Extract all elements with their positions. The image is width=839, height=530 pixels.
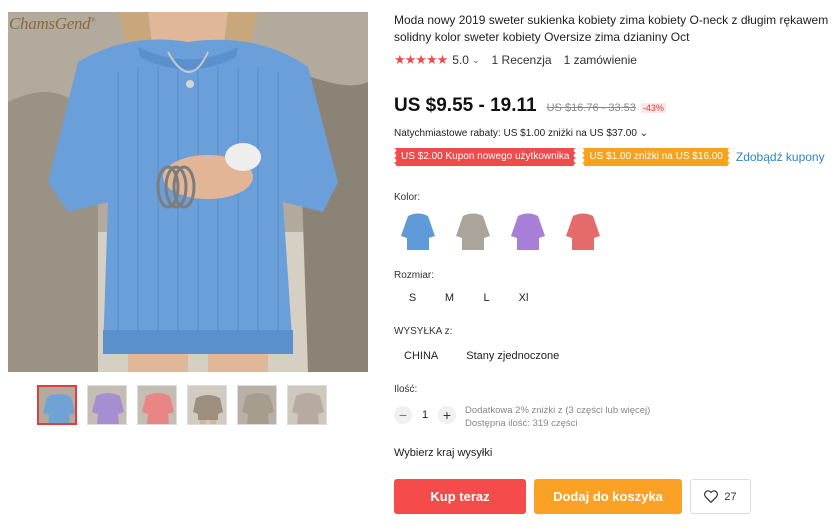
quantity-decrease-button[interactable]: − <box>394 406 412 424</box>
thumbnail-2[interactable] <box>87 385 127 425</box>
stock-available: Dostępna ilość: 319 części <box>465 418 578 429</box>
color-swatch-blue[interactable] <box>400 210 436 252</box>
store-coupon[interactable]: US $1.00 zniżki na US $16.00 <box>582 148 730 166</box>
ship-country-selector[interactable]: Wybierz kraj wysyłki <box>394 447 492 459</box>
discount-badge: -43% <box>640 103 666 113</box>
price-row: US $9.55 - 19.11 US $16.76 - 33.53 -43% <box>394 95 666 117</box>
size-option-m[interactable]: M <box>431 292 468 304</box>
product-title: Moda nowy 2019 sweter sukienka kobiety z… <box>394 13 829 44</box>
ship-from-usa[interactable]: Stany zjednoczone <box>466 350 559 362</box>
coupon-row: US $2.00 Kupon nowego użytkownika US $1.… <box>394 148 825 166</box>
get-coupons-link[interactable]: Zdobądź kupony <box>736 150 825 164</box>
star-rating-icon: ★★★★★ <box>394 52 448 67</box>
new-user-coupon[interactable]: US $2.00 Kupon nowego użytkownika <box>394 148 577 166</box>
brand-name: ChamsGend <box>9 14 91 33</box>
color-label: Kolor: <box>394 192 421 203</box>
thumbnail-5[interactable] <box>237 385 277 425</box>
color-swatch-red[interactable] <box>565 210 601 252</box>
shipping-from-options: CHINA Stany zjednoczone <box>404 350 559 362</box>
add-to-cart-button[interactable]: Dodaj do koszyka <box>534 479 682 514</box>
shipping-label: WYSYŁKA z: <box>394 326 453 337</box>
ship-from-china[interactable]: CHINA <box>404 350 438 362</box>
bulk-discount-note: Dodatkowa 2% zniżki z (3 części lub więc… <box>465 405 651 416</box>
color-swatch-gray[interactable] <box>455 210 491 252</box>
reviews-link[interactable]: 1 Recenzja <box>492 53 552 67</box>
thumbnail-6[interactable] <box>287 385 327 425</box>
orders-count: 1 zamówienie <box>563 53 637 67</box>
size-option-xl[interactable]: Xl <box>505 292 542 304</box>
thumbnail-image <box>88 386 126 424</box>
thumbnail-image <box>138 386 176 424</box>
buy-now-button[interactable]: Kup teraz <box>394 479 526 514</box>
brand-logo: ChamsGend® <box>9 14 96 34</box>
rating-value: 5.0 <box>452 53 469 67</box>
wishlist-count: 27 <box>724 490 737 503</box>
rating-row: ★★★★★ 5.0 ⌄ 1 Recenzja 1 zamówienie <box>394 52 637 68</box>
instant-discount[interactable]: Natychmiastowe rabaty: US $1.00 zniżki n… <box>394 128 648 139</box>
chevron-down-icon[interactable]: ⌄ <box>472 55 480 66</box>
quantity-increase-button[interactable]: + <box>438 406 456 424</box>
current-price: US $9.55 - 19.11 <box>394 95 537 116</box>
size-label: Rozmiar: <box>394 270 435 281</box>
quantity-value[interactable]: 1 <box>412 409 438 421</box>
thumbnail-3[interactable] <box>137 385 177 425</box>
registered-mark: ® <box>90 16 96 25</box>
thumbnail-4[interactable] <box>187 385 227 425</box>
size-option-l[interactable]: L <box>468 292 505 304</box>
thumbnail-image <box>188 386 226 424</box>
thumbnail-image <box>39 387 75 423</box>
thumbnail-strip <box>37 385 327 425</box>
heart-icon <box>704 490 719 503</box>
color-swatch-purple[interactable] <box>510 210 546 252</box>
main-product-image[interactable]: ChamsGend® <box>8 12 368 372</box>
color-options <box>400 210 601 252</box>
quantity-stepper: − 1 + <box>394 406 456 424</box>
size-option-s[interactable]: S <box>394 292 431 304</box>
thumbnail-image <box>288 386 326 424</box>
original-price: US $16.76 - 33.53 <box>546 102 636 114</box>
sweater-photo <box>8 12 368 372</box>
thumbnail-1[interactable] <box>37 385 77 425</box>
quantity-label: Ilość: <box>394 384 418 395</box>
quantity-info: Dodatkowa 2% zniżki z (3 części lub więc… <box>465 404 650 430</box>
thumbnail-image <box>238 386 276 424</box>
size-options: S M L Xl <box>394 292 542 304</box>
wishlist-button[interactable]: 27 <box>690 479 751 514</box>
